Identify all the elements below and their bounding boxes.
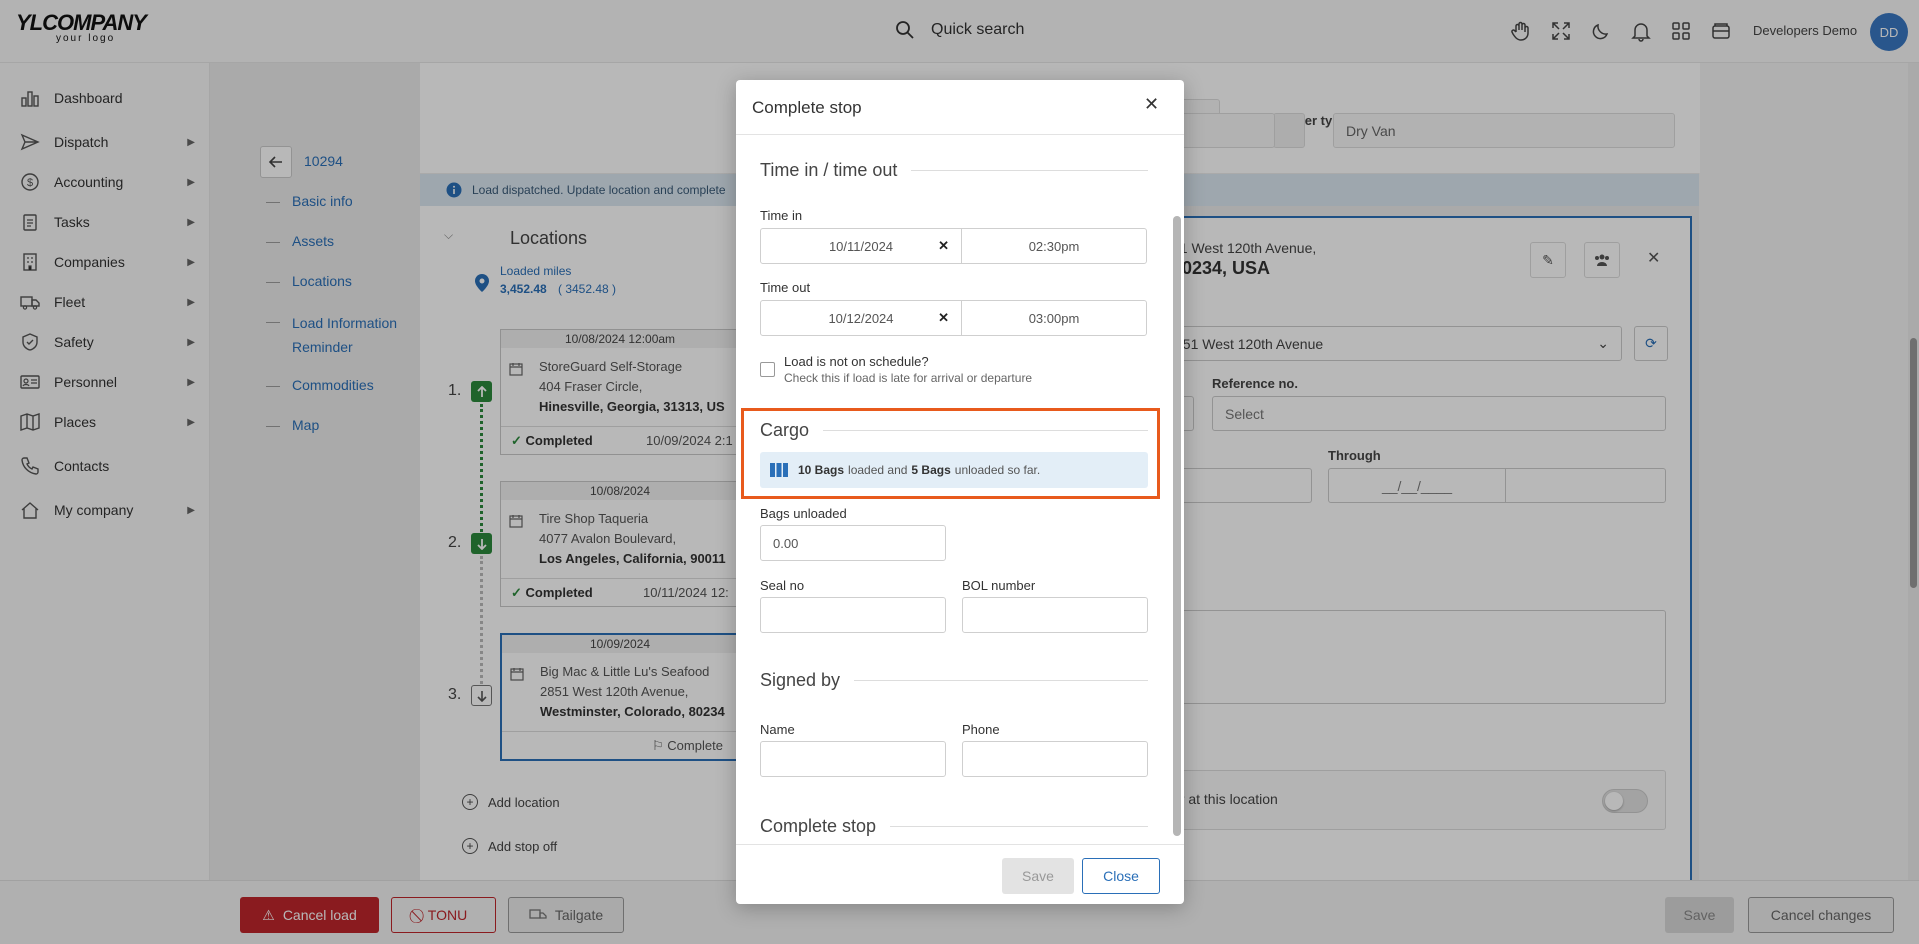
complete-section-heading: Complete stop [760, 816, 1148, 837]
time-in-time-input[interactable]: 02:30pm [961, 228, 1147, 264]
modal-close-icon[interactable]: ✕ [1144, 94, 1159, 115]
modal-body: Time in / time out Time in 10/11/2024 ✕ 0… [736, 136, 1184, 844]
time-out-date: 10/12/2024 [828, 310, 894, 326]
clear-date-icon[interactable]: ✕ [938, 238, 949, 254]
time-section-heading: Time in / time out [760, 160, 1148, 181]
name-label: Name [760, 722, 795, 737]
name-input[interactable] [760, 741, 946, 777]
time-out-date-input[interactable]: 10/12/2024 ✕ [760, 300, 962, 336]
seal-input[interactable] [760, 597, 946, 633]
bags-unloaded-label: Bags unloaded [760, 506, 847, 521]
bags-unloaded-value: 0.00 [773, 535, 799, 551]
cargo-loaded: 10 Bags [798, 463, 845, 477]
modal-footer: Save Close [736, 844, 1184, 904]
schedule-hint: Check this if load is late for arrival o… [784, 371, 1033, 385]
cargo-summary: 10 Bags loaded and 5 Bags unloaded so fa… [760, 452, 1148, 488]
time-in-label: Time in [760, 208, 803, 223]
cargo-section-title: Cargo [760, 420, 810, 440]
bags-unloaded-input[interactable]: 0.00 [760, 525, 946, 561]
time-out-label: Time out [760, 280, 811, 295]
time-out-time: 03:00pm [1028, 310, 1080, 326]
time-section-title: Time in / time out [760, 160, 898, 180]
modal-close-button[interactable]: Close [1082, 858, 1160, 894]
time-out-time-input[interactable]: 03:00pm [961, 300, 1147, 336]
modal-title: Complete stop [752, 98, 862, 117]
complete-stop-modal: Complete stop ✕ Time in / time out Time … [736, 80, 1184, 904]
phone-label: Phone [962, 722, 1000, 737]
phone-input[interactable] [962, 741, 1148, 777]
modal-save-button[interactable]: Save [1002, 858, 1074, 894]
clear-date-icon[interactable]: ✕ [938, 310, 949, 326]
cargo-section-heading: Cargo [760, 420, 1148, 441]
cargo-mid-text: loaded and [848, 463, 908, 477]
cargo-unloaded: 5 Bags [911, 463, 951, 477]
time-in-date: 10/11/2024 [828, 238, 894, 254]
modal-scrollbar[interactable] [1172, 136, 1182, 844]
complete-section-title: Complete stop [760, 816, 877, 836]
modal-header: Complete stop ✕ [736, 80, 1184, 135]
bol-label: BOL number [962, 578, 1036, 593]
schedule-checkbox[interactable] [760, 362, 775, 377]
bol-input[interactable] [962, 597, 1148, 633]
time-in-date-input[interactable]: 10/11/2024 ✕ [760, 228, 962, 264]
seal-label: Seal no [760, 578, 805, 593]
time-in-time: 02:30pm [1028, 238, 1080, 254]
columns-icon [770, 463, 788, 477]
cargo-end-text: unloaded so far. [954, 463, 1041, 477]
modal-close-label: Close [1103, 868, 1139, 884]
signed-section-title: Signed by [760, 670, 841, 690]
modal-save-label: Save [1022, 868, 1054, 884]
signed-section-heading: Signed by [760, 670, 1148, 691]
schedule-label: Load is not on schedule? [784, 354, 929, 369]
